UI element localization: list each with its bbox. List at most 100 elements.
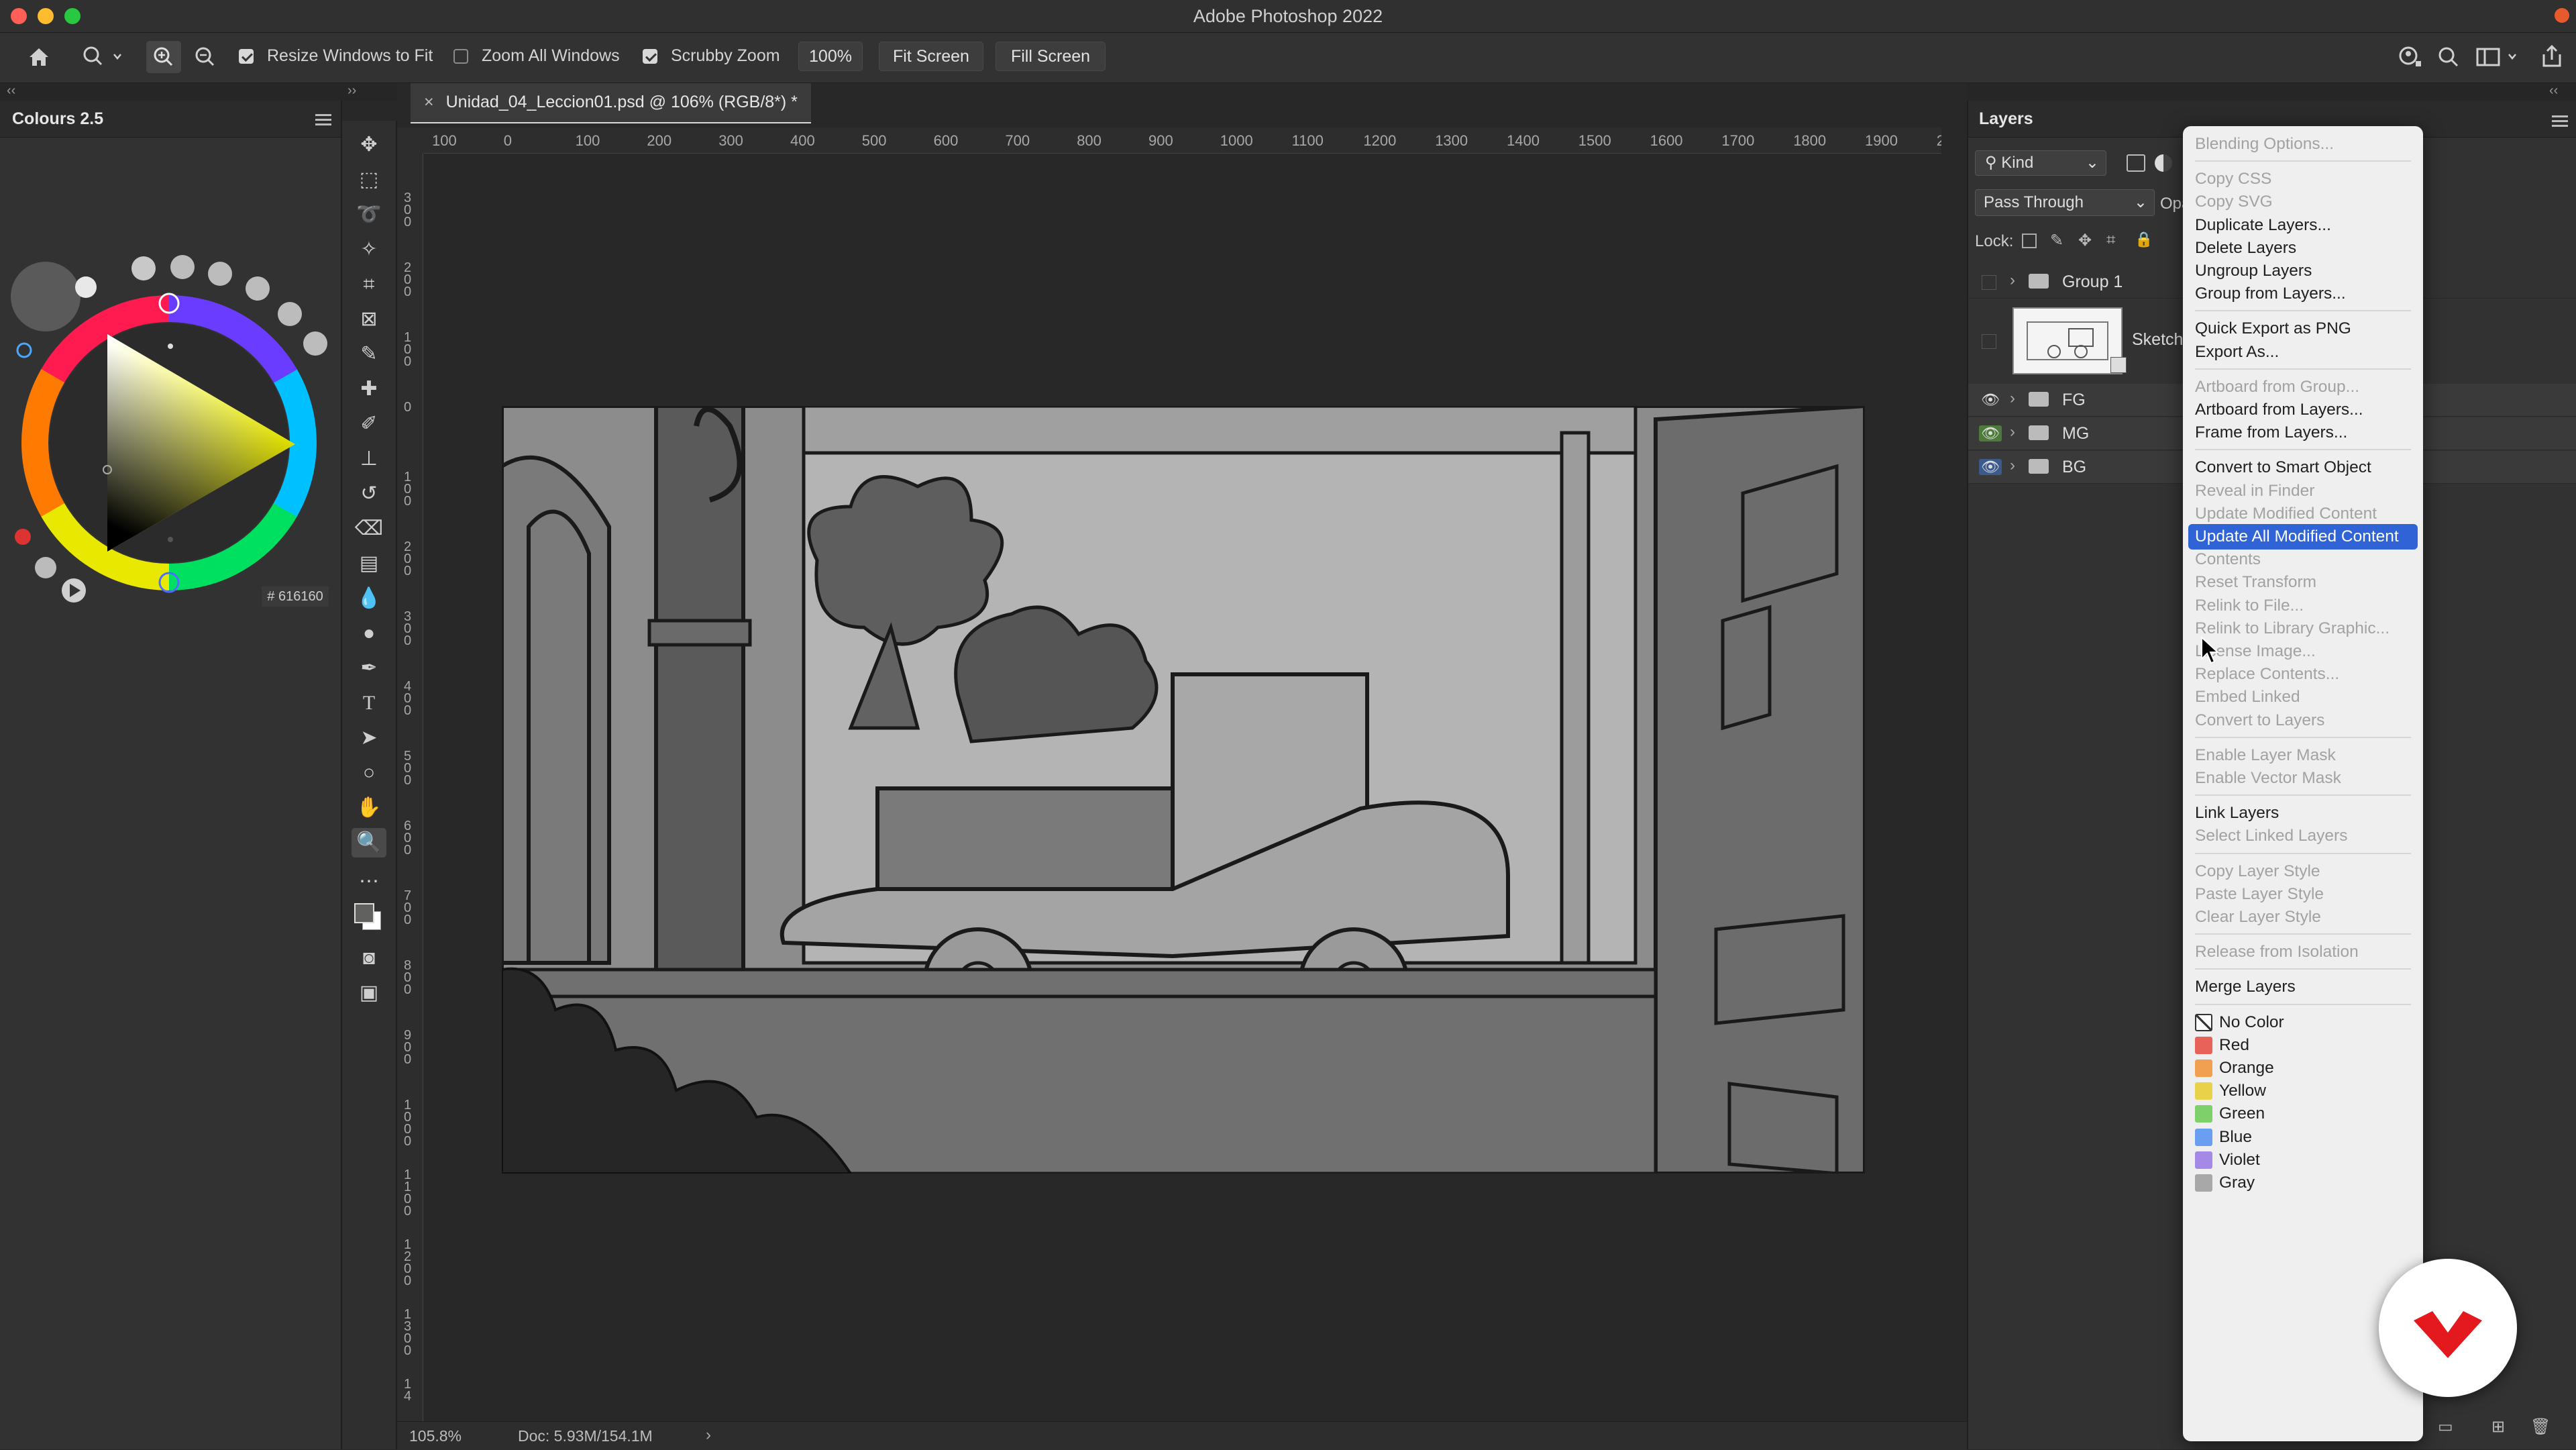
menu-item-color-violet[interactable]: Violet bbox=[2219, 1151, 2260, 1170]
menu-item-color-yellow[interactable]: Yellow bbox=[2219, 1082, 2266, 1100]
chevron-right-icon[interactable]: › bbox=[2010, 423, 2015, 442]
stamp-tool-icon[interactable]: ⊥ bbox=[352, 444, 386, 474]
h-ruler-tick: 500 bbox=[861, 132, 887, 149]
pen-tool-icon[interactable]: ✒ bbox=[352, 654, 386, 683]
brush-tool-icon[interactable]: ✐ bbox=[352, 409, 386, 439]
menu-item-blending-options: Blending Options... bbox=[2195, 135, 2334, 153]
resize-windows-checkbox[interactable] bbox=[239, 49, 254, 64]
workspace-switcher-icon[interactable] bbox=[2475, 45, 2522, 69]
type-tool-icon[interactable]: T bbox=[352, 688, 386, 718]
chevron-right-icon[interactable]: › bbox=[2010, 456, 2015, 475]
color-swatches[interactable] bbox=[353, 902, 384, 933]
zoom-tool-icon[interactable]: 🔍 bbox=[352, 828, 386, 858]
lasso-tool-icon[interactable]: ➰ bbox=[352, 200, 386, 229]
layers-panel-menu-icon[interactable] bbox=[2552, 111, 2568, 127]
menu-item-group-from-layers[interactable]: Group from Layers... bbox=[2195, 284, 2346, 303]
home-icon[interactable] bbox=[24, 42, 54, 72]
zoom-in-icon[interactable] bbox=[146, 41, 181, 73]
lock-transparency-icon[interactable] bbox=[2022, 234, 2037, 248]
canvas-area[interactable] bbox=[424, 154, 1941, 1421]
h-ruler-tick: 100 bbox=[432, 132, 457, 149]
zoom-value-field[interactable]: 100% bbox=[798, 42, 863, 71]
menu-item-color-orange[interactable]: Orange bbox=[2219, 1059, 2274, 1078]
colour-wheel-widget[interactable] bbox=[0, 141, 341, 624]
menu-item-link-layers[interactable]: Link Layers bbox=[2195, 804, 2279, 823]
visibility-toggle[interactable] bbox=[1982, 334, 1996, 349]
blur-tool-icon[interactable]: 💧 bbox=[352, 584, 386, 613]
eye-icon[interactable]: 👁 bbox=[1979, 392, 2002, 408]
magic-wand-tool-icon[interactable]: ✧ bbox=[352, 235, 386, 264]
eyedropper-tool-icon[interactable]: ✎ bbox=[352, 340, 386, 369]
move-tool-icon[interactable]: ✥ bbox=[352, 130, 386, 160]
menu-item-quick-export-as-png[interactable]: Quick Export as PNG bbox=[2195, 319, 2351, 338]
menu-item-export-as[interactable]: Export As... bbox=[2195, 343, 2279, 362]
document-tab[interactable]: × Unidad_04_Leccion01.psd @ 106% (RGB/8*)… bbox=[411, 83, 811, 123]
healing-tool-icon[interactable]: ✚ bbox=[352, 374, 386, 404]
foreground-color-swatch[interactable] bbox=[354, 903, 374, 923]
zoom-tool-preset-icon[interactable] bbox=[79, 42, 126, 72]
path-selection-tool-icon[interactable]: ➤ bbox=[352, 723, 386, 753]
screen-mode-icon[interactable]: ▣ bbox=[352, 978, 386, 1008]
close-tab-icon[interactable]: × bbox=[424, 93, 434, 111]
blend-mode-select[interactable]: Pass Through ⌄ bbox=[1975, 189, 2155, 216]
new-group-icon[interactable]: ▭ bbox=[2438, 1417, 2453, 1437]
eraser-tool-icon[interactable]: ⌫ bbox=[352, 514, 386, 543]
lock-position-icon[interactable]: ✥ bbox=[2078, 231, 2092, 250]
menu-item-artboard-from-layers[interactable]: Artboard from Layers... bbox=[2195, 401, 2363, 419]
lock-pixels-icon[interactable]: ✎ bbox=[2050, 231, 2063, 250]
document-size[interactable]: Doc: 5.93M/154.1M bbox=[518, 1427, 653, 1445]
eye-icon[interactable]: 👁 bbox=[1979, 459, 2002, 475]
chevron-right-icon[interactable]: › bbox=[2010, 389, 2015, 408]
chevron-right-icon[interactable]: › bbox=[2010, 271, 2015, 290]
marquee-tool-icon[interactable]: ⬚ bbox=[352, 165, 386, 195]
collapse-left-icon[interactable]: ‹‹ bbox=[7, 83, 15, 99]
lock-artboard-icon[interactable]: ⌗ bbox=[2106, 231, 2116, 250]
crop-tool-icon[interactable]: ⌗ bbox=[352, 270, 386, 299]
hand-tool-icon[interactable]: ✋ bbox=[352, 793, 386, 823]
new-layer-icon[interactable]: ⊞ bbox=[2491, 1417, 2505, 1437]
scrubby-zoom-checkbox[interactable] bbox=[643, 49, 657, 64]
visibility-toggle[interactable] bbox=[1982, 275, 1996, 290]
ruler-origin[interactable] bbox=[397, 127, 424, 153]
menu-item-convert-to-smart-object[interactable]: Convert to Smart Object bbox=[2195, 458, 2371, 477]
filter-pixel-icon[interactable] bbox=[2127, 154, 2145, 172]
gradient-tool-icon[interactable]: ▤ bbox=[352, 549, 386, 578]
hex-value[interactable]: # 616160 bbox=[262, 586, 329, 607]
learn-icon[interactable] bbox=[2398, 45, 2422, 69]
zoom-out-icon[interactable] bbox=[188, 41, 223, 73]
menu-item-ungroup-layers[interactable]: Ungroup Layers bbox=[2195, 262, 2312, 280]
status-expand-icon[interactable]: › bbox=[706, 1426, 711, 1445]
menu-item-color-blue[interactable]: Blue bbox=[2219, 1128, 2252, 1147]
menu-item-color-gray[interactable]: Gray bbox=[2219, 1174, 2255, 1192]
search-icon[interactable] bbox=[2436, 45, 2461, 69]
menu-item-duplicate-layers[interactable]: Duplicate Layers... bbox=[2195, 216, 2331, 235]
menu-item-color-red[interactable]: Red bbox=[2219, 1036, 2249, 1055]
eye-icon[interactable]: 👁 bbox=[1979, 425, 2002, 442]
share-icon[interactable] bbox=[2540, 44, 2564, 69]
more-tools-icon[interactable]: ⋯ bbox=[352, 867, 386, 896]
artwork-canvas[interactable] bbox=[502, 406, 1865, 1174]
panel-menu-icon[interactable] bbox=[315, 110, 331, 125]
lock-all-icon[interactable]: 🔒 bbox=[2135, 231, 2153, 248]
filter-adjustment-icon[interactable] bbox=[2155, 154, 2172, 172]
menu-item-update-all-modified-content[interactable]: Update All Modified Content bbox=[2195, 527, 2399, 546]
collapse-right-icon[interactable]: ‹‹ bbox=[2549, 83, 2558, 99]
fit-screen-button[interactable]: Fit Screen bbox=[879, 42, 983, 71]
fill-screen-button[interactable]: Fill Screen bbox=[996, 42, 1106, 71]
filter-kind-select[interactable]: ⚲ Kind ⌄ bbox=[1975, 150, 2106, 176]
menu-item-color-green[interactable]: Green bbox=[2219, 1104, 2265, 1123]
zoom-level[interactable]: 105.8% bbox=[409, 1427, 462, 1445]
trash-icon[interactable]: 🗑 bbox=[2530, 1417, 2551, 1437]
layer-name: MG bbox=[2062, 424, 2090, 443]
dodge-tool-icon[interactable]: ● bbox=[352, 619, 386, 648]
menu-item-delete-layers[interactable]: Delete Layers bbox=[2195, 239, 2296, 258]
menu-item-frame-from-layers[interactable]: Frame from Layers... bbox=[2195, 423, 2347, 442]
quick-mask-icon[interactable]: ◙ bbox=[352, 943, 386, 973]
menu-item-color-no-color[interactable]: No Color bbox=[2219, 1013, 2284, 1032]
ellipse-tool-icon[interactable]: ○ bbox=[352, 758, 386, 788]
zoom-all-windows-checkbox[interactable] bbox=[453, 49, 468, 64]
menu-item-merge-layers[interactable]: Merge Layers bbox=[2195, 978, 2296, 996]
history-brush-tool-icon[interactable]: ↺ bbox=[352, 479, 386, 509]
frame-tool-icon[interactable]: ⊠ bbox=[352, 305, 386, 334]
expand-tools-icon[interactable]: ›› bbox=[347, 83, 356, 99]
